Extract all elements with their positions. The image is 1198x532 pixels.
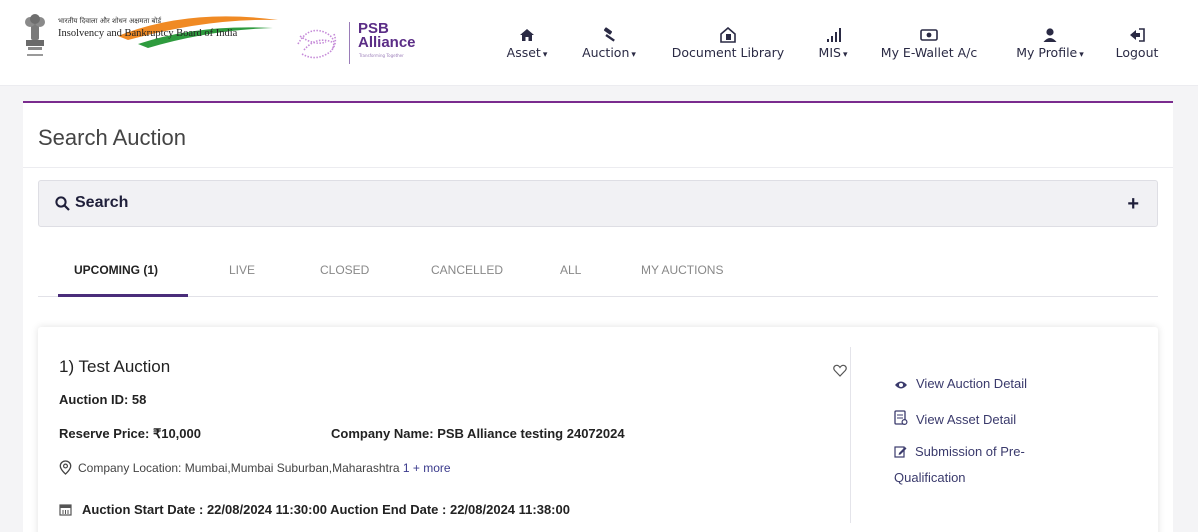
location-pin-icon xyxy=(59,460,72,475)
search-auction-panel: Search Auction Search + UPCOMING (1) LIV… xyxy=(23,101,1173,532)
auction-id: Auction ID: 58 xyxy=(59,392,147,407)
nav-mis-label: MIS xyxy=(818,45,841,60)
nav-e-wallet[interactable]: My E-Wallet A/c xyxy=(874,27,984,67)
search-accordion-toggle[interactable]: Search + xyxy=(38,180,1158,227)
nav-auction[interactable]: Auction ▾ xyxy=(576,27,642,67)
view-asset-detail-label: View Asset Detail xyxy=(916,412,1017,427)
reserve-price: Reserve Price: ₹10,000 xyxy=(59,426,201,441)
home-icon xyxy=(520,29,534,41)
nav-asset[interactable]: Asset ▾ xyxy=(503,27,551,67)
tab-closed[interactable]: CLOSED xyxy=(320,263,369,277)
logo-divider xyxy=(349,22,350,64)
nav-e-wallet-label: My E-Wallet A/c xyxy=(880,45,978,60)
document-view-icon xyxy=(894,410,908,426)
auction-dates-text: Auction Start Date : 22/08/2024 11:30:00… xyxy=(82,502,570,517)
nav-logout-label: Logout xyxy=(1115,45,1159,60)
company-location: Company Location: Mumbai,Mumbai Suburban… xyxy=(59,460,451,475)
chevron-down-icon: ▾ xyxy=(542,50,548,60)
nav-mis[interactable]: MIS ▾ xyxy=(814,27,852,67)
view-auction-detail-link[interactable]: View Auction Detail xyxy=(894,376,1027,391)
location-more-link[interactable]: 1 + more xyxy=(403,461,451,475)
tab-my-auctions[interactable]: MY AUCTIONS xyxy=(641,263,723,277)
psb-alliance-wordmark: PSB Alliance xyxy=(358,21,416,51)
psb-alliance-logo-icon xyxy=(297,29,337,59)
page-title: Search Auction xyxy=(38,125,186,150)
pre-qualification-label-line1: Submission of Pre- xyxy=(915,444,1025,459)
ibbi-logo: भारतीय दिवाला और शोधन अक्षमता बोर्ड Inso… xyxy=(58,14,290,54)
gavel-icon xyxy=(603,27,615,42)
auction-card: 1) Test Auction Auction ID: 58 Reserve P… xyxy=(38,327,1158,532)
favorite-heart-icon[interactable] xyxy=(833,364,847,377)
auction-status-tabs: UPCOMING (1) LIVE CLOSED CANCELLED ALL M… xyxy=(38,259,1158,297)
psb-tagline: Transforming Together xyxy=(359,53,404,58)
edit-icon xyxy=(894,446,907,458)
search-label: Search xyxy=(75,194,129,211)
tab-upcoming[interactable]: UPCOMING (1) xyxy=(74,263,158,277)
nav-auction-label: Auction xyxy=(582,45,630,60)
chevron-down-icon: ▾ xyxy=(631,50,636,60)
tab-all[interactable]: ALL xyxy=(560,263,581,277)
logout-icon xyxy=(1130,28,1145,42)
search-icon xyxy=(55,196,70,211)
ibbi-english-name: Insolvency and Bankruptcy Board of India xyxy=(58,28,238,39)
nav-asset-label: Asset xyxy=(506,45,541,60)
wallet-icon xyxy=(920,29,938,41)
nav-document-library[interactable]: Document Library xyxy=(664,27,792,67)
tab-cancelled[interactable]: CANCELLED xyxy=(431,263,503,277)
nav-my-profile-label: My Profile xyxy=(1016,45,1078,60)
eye-icon xyxy=(895,381,907,389)
nav-document-library-label: Document Library xyxy=(671,45,785,60)
national-emblem-icon xyxy=(25,14,45,56)
company-name: Company Name: PSB Alliance testing 24072… xyxy=(331,426,625,441)
card-divider xyxy=(850,347,851,523)
nav-logout[interactable]: Logout xyxy=(1110,27,1164,67)
view-asset-detail-link[interactable]: View Asset Detail xyxy=(894,410,1016,427)
psb-wordmark-line2: Alliance xyxy=(358,34,416,51)
document-library-icon xyxy=(720,27,736,43)
expand-plus-icon[interactable]: + xyxy=(1127,193,1139,216)
chevron-down-icon: ▾ xyxy=(842,50,848,60)
company-location-text: Company Location: Mumbai,Mumbai Suburban… xyxy=(78,461,403,475)
user-icon xyxy=(1043,28,1057,42)
pre-qualification-link[interactable]: Submission of Pre- xyxy=(894,444,1025,459)
chevron-down-icon: ▾ xyxy=(1079,50,1084,60)
auction-title[interactable]: 1) Test Auction xyxy=(59,357,170,377)
tab-live[interactable]: LIVE xyxy=(229,263,255,277)
top-navbar: भारतीय दिवाला और शोधन अक्षमता बोर्ड Inso… xyxy=(0,0,1198,86)
active-tab-indicator xyxy=(58,294,188,297)
nav-my-profile[interactable]: My Profile ▾ xyxy=(1008,27,1092,67)
view-auction-detail-label: View Auction Detail xyxy=(916,376,1028,391)
title-divider xyxy=(23,167,1173,168)
auction-dates: Auction Start Date : 22/08/2024 11:30:00… xyxy=(59,502,570,517)
calendar-icon xyxy=(59,504,72,516)
ibbi-hindi-name: भारतीय दिवाला और शोधन अक्षमता बोर्ड xyxy=(58,17,162,25)
pre-qualification-label-line2[interactable]: Qualification xyxy=(894,470,966,485)
signal-bars-icon xyxy=(827,28,841,42)
